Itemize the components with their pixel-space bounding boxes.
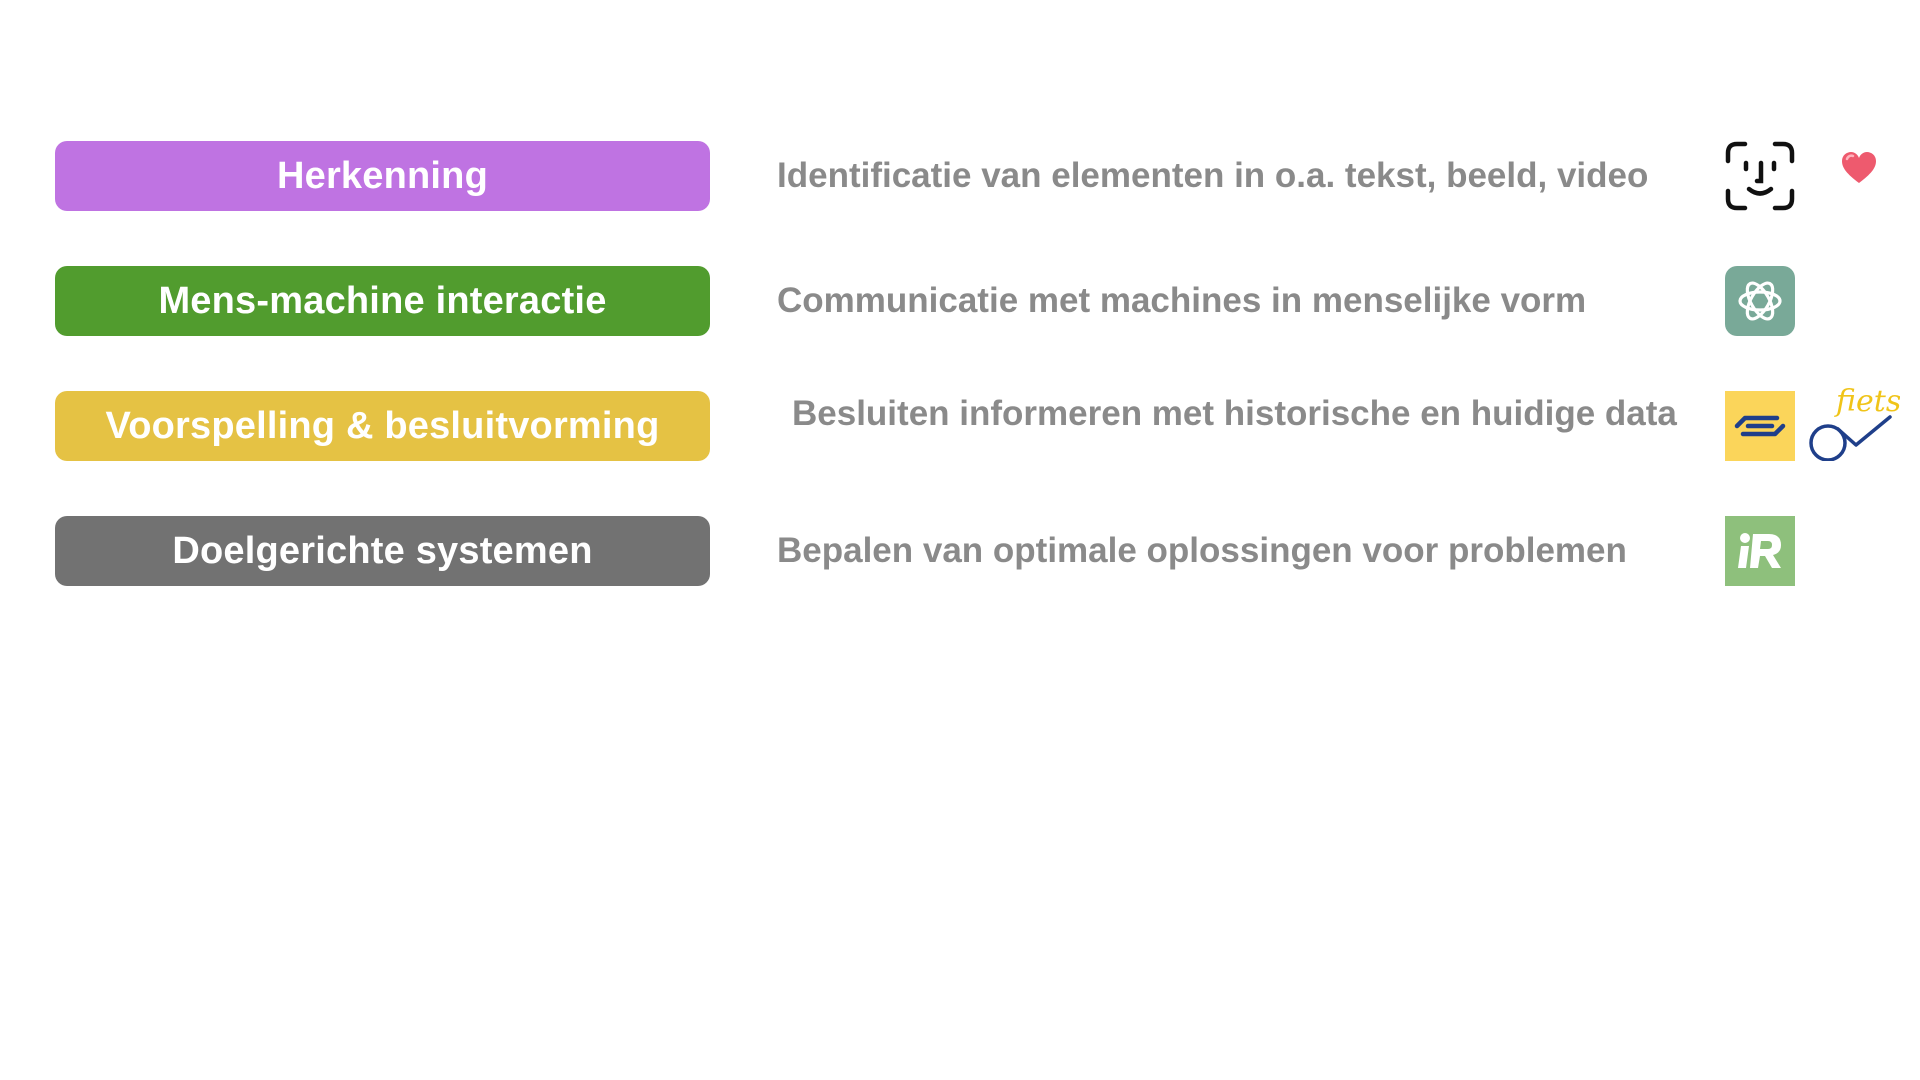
category-label-voorspelling-besluitvorming: Voorspelling & besluitvorming bbox=[55, 391, 710, 461]
category-label-mens-machine-interactie: Mens-machine interactie bbox=[55, 266, 710, 336]
ov-fiets-logo-icon: fiets bbox=[1808, 385, 1900, 461]
heart-icon bbox=[1840, 150, 1878, 186]
category-label-herkenning: Herkenning bbox=[55, 141, 710, 211]
category-description-voorspelling-besluitvorming: Besluiten informeren met historische en … bbox=[792, 394, 1677, 433]
category-description-herkenning: Identificatie van elementen in o.a. teks… bbox=[777, 156, 1649, 195]
chatgpt-logo-icon bbox=[1725, 266, 1795, 336]
row-voorspelling-besluitvorming: Voorspelling & besluitvorming Besluiten … bbox=[0, 385, 1920, 463]
category-label-doelgerichte-systemen: Doelgerichte systemen bbox=[55, 516, 710, 586]
svg-text:fiets: fiets bbox=[1834, 385, 1900, 419]
row-herkenning: Herkenning Identificatie van elementen i… bbox=[0, 141, 1920, 213]
iris-logo-icon bbox=[1725, 516, 1795, 586]
face-id-icon bbox=[1725, 141, 1795, 211]
row-mens-machine-interactie: Mens-machine interactie Communicatie met… bbox=[0, 266, 1920, 338]
ns-logo-icon bbox=[1725, 391, 1795, 461]
category-description-mens-machine-interactie: Communicatie met machines in menselijke … bbox=[777, 281, 1587, 320]
category-description-doelgerichte-systemen: Bepalen van optimale oplossingen voor pr… bbox=[777, 531, 1627, 570]
row-doelgerichte-systemen: Doelgerichte systemen Bepalen van optima… bbox=[0, 516, 1920, 588]
